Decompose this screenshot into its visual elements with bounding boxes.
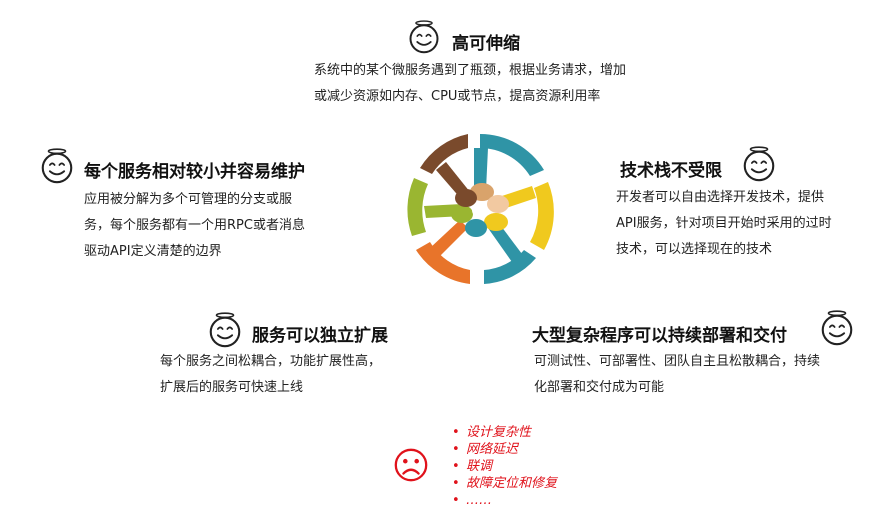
desc-line: 务，每个服务都有一个用RPC或者消息 (84, 218, 305, 233)
desc-line: 可测试性、可部署性、团队自主且松散耦合，持续 (534, 354, 821, 369)
benefit-title-small-service: 每个服务相对较小并容易维护 (84, 162, 305, 182)
list-item: • 联调 (452, 459, 493, 474)
desc-line: 每个服务之间松耦合，功能扩展性高， (160, 354, 382, 369)
drawbacks-list: • 设计复杂性 • 网络延迟 • 联调 • 故障定位和修复 •…… (452, 424, 557, 509)
list-item: • 设计复杂性 (452, 425, 532, 440)
desc-line: API服务，针对项目开始时采用的过时 (616, 216, 832, 231)
benefit-desc-small-service: 应用被分解为多个可管理的分支或服 务，每个服务都有一个用RPC或者消息 驱动AP… (84, 187, 344, 265)
smiley-icon (206, 310, 244, 350)
desc-line: 系统中的某个微服务遇到了瓶颈，根据业务请求，增加 (314, 63, 627, 78)
desc-line: 应用被分解为多个可管理的分支或服 (84, 192, 293, 207)
desc-line: 或减少资源如内存、CPU或节点，提高资源利用率 (314, 89, 601, 104)
joined-hands-graphic (404, 130, 556, 292)
benefit-desc-independent-scale: 每个服务之间松耦合，功能扩展性高， 扩展后的服务可快速上线 (160, 349, 440, 401)
benefit-title-scalable: 高可伸缩 (452, 34, 520, 54)
smiley-icon (406, 18, 442, 56)
sad-face-icon (392, 445, 430, 485)
benefit-title-independent-scale: 服务可以独立扩展 (252, 326, 388, 346)
list-item: • 网络延迟 (452, 442, 519, 457)
benefit-title-continuous-delivery: 大型复杂程序可以持续部署和交付 (532, 326, 787, 346)
list-item: •…… (452, 493, 492, 508)
benefit-desc-continuous-delivery: 可测试性、可部署性、团队自主且松散耦合，持续 化部署和交付成为可能 (534, 349, 874, 401)
desc-line: 技术，可以选择现在的技术 (616, 242, 773, 257)
desc-line: 开发者可以自由选择开发技术，提供 (616, 190, 825, 205)
desc-line: 化部署和交付成为可能 (534, 380, 665, 395)
desc-line: 扩展后的服务可快速上线 (160, 380, 304, 395)
smiley-icon (818, 308, 856, 348)
smiley-icon (740, 144, 778, 184)
list-item: • 故障定位和修复 (452, 476, 558, 491)
desc-line: 驱动API定义清楚的边界 (84, 244, 222, 259)
smiley-icon (38, 146, 76, 186)
benefit-title-tech-stack: 技术栈不受限 (620, 161, 722, 181)
benefit-desc-scalable: 系统中的某个微服务遇到了瓶颈，根据业务请求，增加 或减少资源如内存、CPU或节点… (314, 58, 694, 110)
benefit-desc-tech-stack: 开发者可以自由选择开发技术，提供 API服务，针对项目开始时采用的过时 技术，可… (616, 185, 886, 263)
